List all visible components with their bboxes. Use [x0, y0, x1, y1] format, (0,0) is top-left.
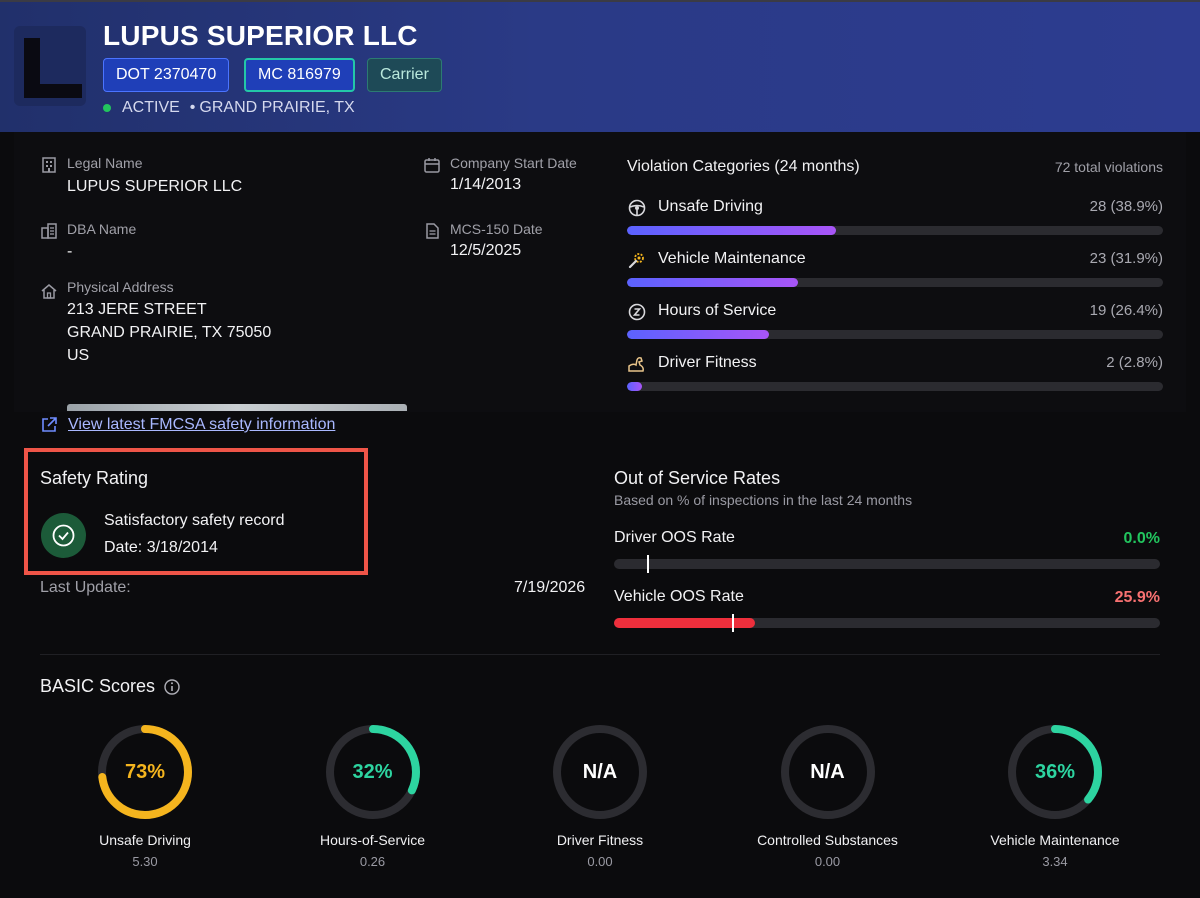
dot-number-badge[interactable]: DOT 2370470	[103, 58, 230, 92]
vehicle-oos-bar-fill	[614, 618, 756, 628]
gauge-label: Controlled Substances	[757, 832, 898, 848]
status-row: ACTIVE • GRAND PRAIRIE, TX	[103, 99, 355, 117]
vehicle-oos-benchmark-marker	[731, 614, 734, 632]
company-start-date-label: Company Start Date	[450, 155, 577, 171]
flexed-arm-icon	[628, 357, 644, 372]
dba-name-label: DBA Name	[67, 221, 137, 237]
gauge-score: 0.00	[814, 854, 841, 869]
dba-name-value: -	[67, 243, 73, 260]
gauge-percent: 32%	[352, 761, 393, 783]
status-text: ACTIVE	[122, 99, 180, 116]
basic-gauge[interactable]: N/A	[778, 722, 878, 822]
map-preview[interactable]	[67, 404, 407, 411]
vehicle-oos-bar	[614, 614, 1160, 632]
violation-bar	[627, 226, 1163, 235]
gauge-score: 5.30	[132, 854, 158, 869]
address-line-3: US	[67, 347, 90, 364]
fmcsa-safety-link[interactable]: View latest FMCSA safety information	[40, 416, 335, 434]
driver-oos-value: 0.0%	[1123, 530, 1160, 547]
company-logo	[14, 26, 86, 106]
driver-oos-label: Driver OOS Rate	[614, 529, 735, 546]
violation-name: Hours of Service	[658, 302, 777, 319]
company-name: LUPUS SUPERIOR LLC	[103, 20, 418, 51]
calendar-icon	[424, 158, 440, 173]
carrier-type-badge: Carrier	[367, 58, 442, 92]
steering-wheel-icon	[628, 199, 646, 217]
location-text: GRAND PRAIRIE, TX	[199, 99, 355, 116]
safety-rating-title: Safety Rating	[40, 468, 149, 488]
gauge-percent: N/A	[582, 761, 618, 783]
violation-name: Unsafe Driving	[658, 198, 763, 215]
active-status-dot-icon	[103, 104, 111, 112]
vehicle-oos-label: Vehicle OOS Rate	[614, 588, 744, 605]
basic-gauge[interactable]: 32%	[323, 722, 423, 822]
gauge-label: Vehicle Maintenance	[990, 832, 1120, 848]
violation-count: 19 (26.4%)	[1089, 302, 1163, 319]
address-line-2: GRAND PRAIRIE, TX 75050	[67, 324, 272, 341]
gauge-score: 0.26	[359, 854, 386, 869]
violation-bar-fill	[627, 278, 798, 287]
last-update-label: Last Update:	[40, 579, 131, 596]
wrench-gear-icon	[628, 253, 644, 269]
carrier-header: LUPUS SUPERIOR LLC DOT 2370470 MC 816979…	[0, 0, 1200, 132]
document-icon	[426, 223, 439, 239]
mcs150-date-label: MCS-150 Date	[450, 221, 543, 237]
gauge-label: Unsafe Driving	[99, 832, 191, 848]
basic-gauge[interactable]: N/A	[550, 722, 650, 822]
violation-bar	[627, 330, 1163, 339]
violation-bar	[627, 382, 1163, 391]
vehicle-oos-value: 25.9%	[1114, 589, 1160, 606]
sleep-clock-icon	[628, 303, 646, 321]
gauge-score: 0.00	[587, 854, 613, 869]
location-separator: •	[189, 99, 196, 116]
section-divider	[40, 654, 1160, 655]
oos-rates-title: Out of Service Rates	[614, 468, 781, 488]
total-violations: 72 total violations	[1054, 159, 1163, 175]
gauge-percent: 36%	[1034, 761, 1076, 783]
violation-bar-fill	[627, 330, 769, 339]
address-line-1: 213 JERE STREET	[67, 301, 207, 318]
fmcsa-link-text[interactable]: View latest FMCSA safety information	[68, 416, 335, 434]
info-icon[interactable]	[163, 678, 181, 696]
satisfactory-check-icon	[41, 513, 86, 558]
legal-name-label: Legal Name	[67, 155, 143, 171]
violation-categories-title: Violation Categories (24 months)	[627, 158, 860, 175]
gauge-label: Driver Fitness	[556, 832, 644, 848]
violation-name: Vehicle Maintenance	[658, 250, 806, 267]
building-icon	[42, 157, 56, 173]
legal-name-value: LUPUS SUPERIOR LLC	[67, 178, 243, 195]
oos-rates-subtitle: Based on % of inspections in the last 24…	[614, 492, 913, 508]
basic-gauge[interactable]: 73%	[95, 722, 195, 822]
mc-number-badge[interactable]: MC 816979	[244, 58, 355, 92]
home-icon	[41, 284, 57, 299]
carrier-details-panel	[14, 132, 1186, 412]
basic-gauge[interactable]: 36%	[1005, 722, 1105, 822]
violation-count: 2 (2.8%)	[1106, 354, 1163, 371]
basic-scores-title-text: BASIC Scores	[40, 676, 156, 696]
violation-count: 23 (31.9%)	[1089, 250, 1163, 267]
gauge-label: Hours-of-Service	[319, 832, 426, 848]
last-update-value: 7/19/2026	[514, 579, 586, 596]
gauge-percent: N/A	[810, 761, 845, 783]
driver-oos-bar	[614, 555, 1160, 573]
gauge-percent: 73%	[124, 761, 166, 783]
company-start-date-value: 1/14/2013	[450, 176, 522, 193]
violation-bar	[627, 278, 1163, 287]
gauge-score: 3.34	[1042, 854, 1068, 869]
violation-bar-fill	[627, 382, 642, 391]
safety-rating-date: Date: 3/18/2014	[104, 539, 218, 556]
mcs150-date-value: 12/5/2025	[450, 242, 522, 259]
violation-count: 28 (38.9%)	[1089, 198, 1163, 215]
physical-address-label: Physical Address	[67, 279, 174, 295]
office-building-icon	[41, 223, 57, 239]
violation-name: Driver Fitness	[658, 354, 757, 371]
driver-oos-benchmark-marker	[646, 555, 649, 573]
external-link-icon	[42, 417, 57, 432]
basic-scores-title: BASIC Scores	[40, 676, 181, 697]
safety-rating-value: Satisfactory safety record	[104, 512, 285, 529]
violation-bar-fill	[627, 226, 836, 235]
